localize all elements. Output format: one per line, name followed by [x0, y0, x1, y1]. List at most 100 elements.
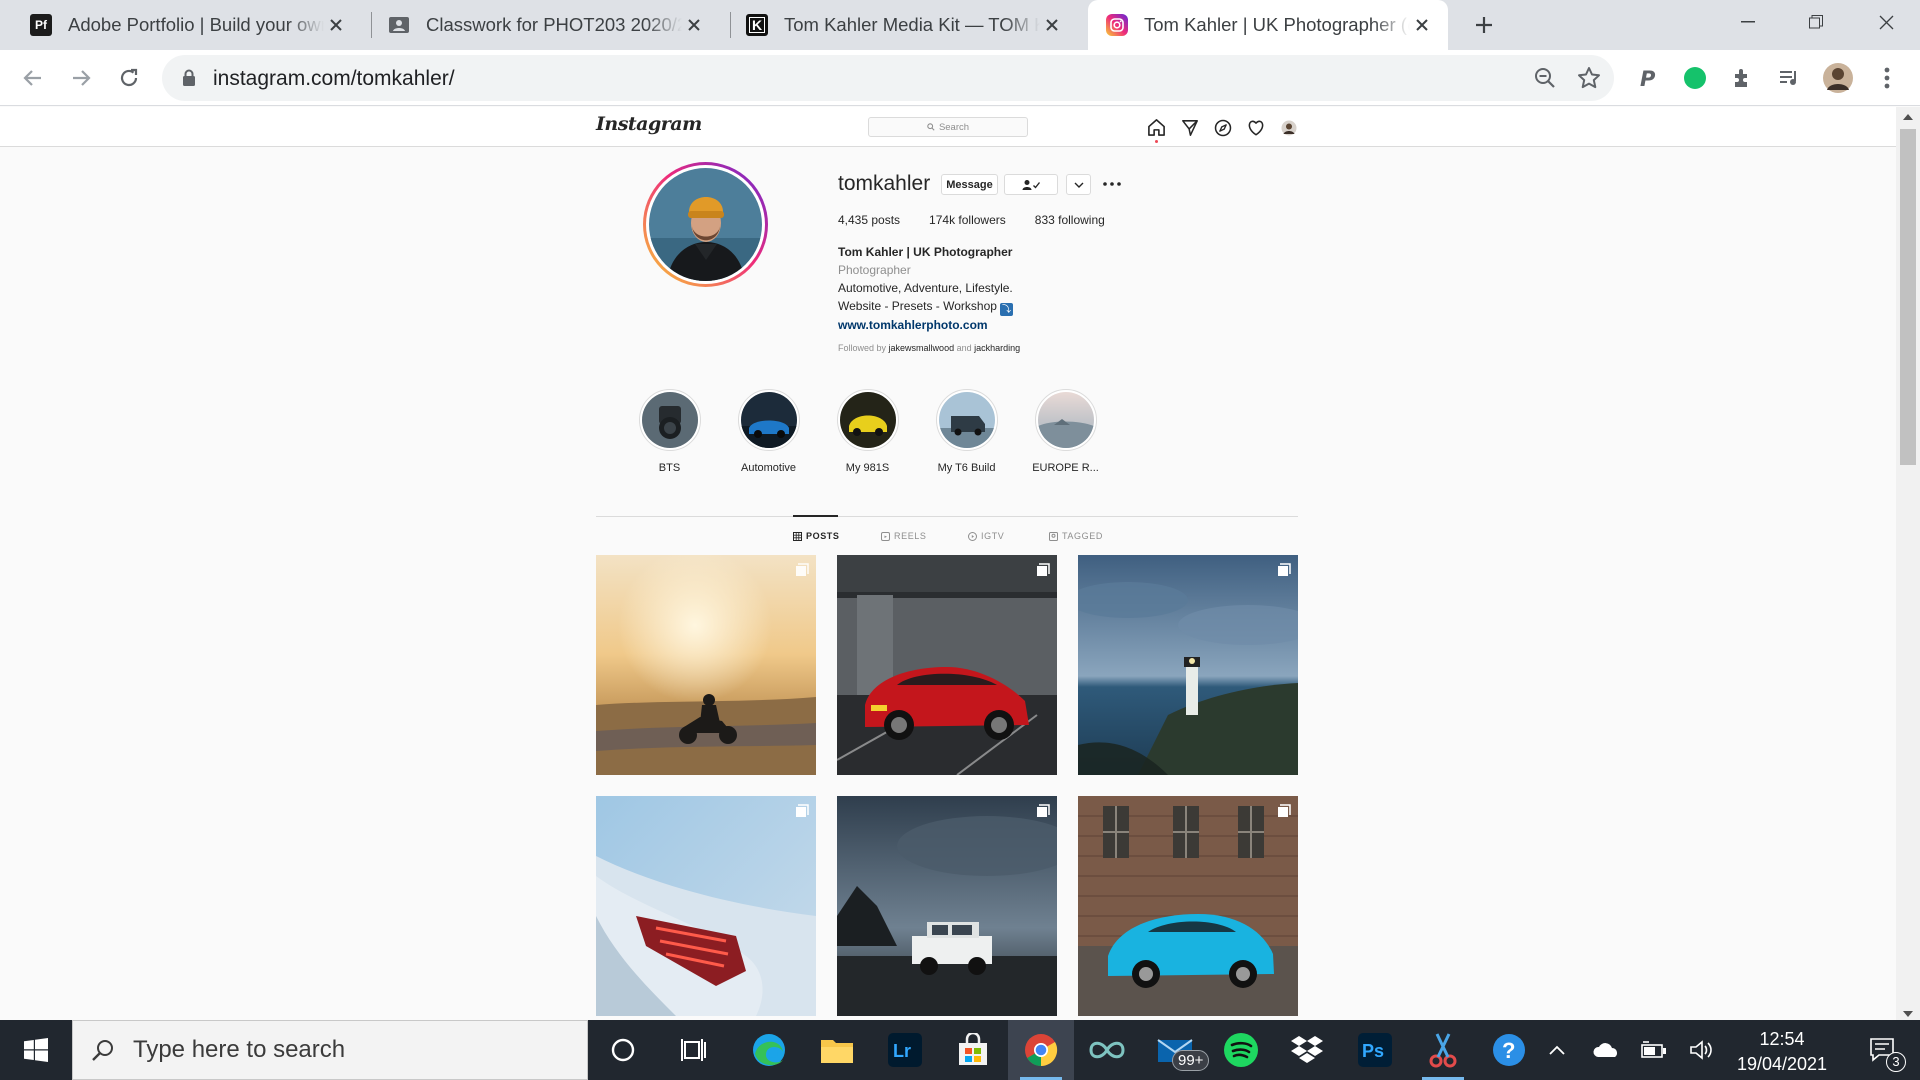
following-button[interactable]	[1004, 174, 1058, 195]
suggested-accounts-dropdown[interactable]	[1066, 174, 1091, 195]
profile-avatar-icon[interactable]	[1278, 117, 1299, 138]
multiple-images-icon	[796, 563, 809, 576]
highlight-label: BTS	[658, 462, 681, 474]
scrollbar-thumb[interactable]	[1900, 129, 1916, 465]
infinity-app-icon[interactable]	[1074, 1020, 1140, 1080]
media-control-icon[interactable]	[1770, 59, 1808, 97]
snipping-tool-icon[interactable]	[1410, 1020, 1476, 1080]
back-button[interactable]	[14, 59, 52, 97]
highlight-bts[interactable]: BTS	[620, 389, 719, 474]
more-options-icon[interactable]	[1100, 174, 1124, 194]
highlight-cover	[1037, 392, 1094, 448]
profile-picture[interactable]	[643, 162, 768, 287]
cortana-icon[interactable]	[590, 1020, 656, 1080]
microsoft-store-icon[interactable]	[940, 1020, 1006, 1080]
post-red-car[interactable]	[837, 555, 1057, 775]
post-motorcycle-sunset[interactable]	[596, 555, 816, 775]
grid-icon	[793, 531, 802, 541]
windows-search-box[interactable]: Type here to search	[72, 1020, 588, 1080]
help-icon[interactable]: ?	[1476, 1020, 1542, 1080]
minimize-window-icon[interactable]	[1714, 0, 1782, 44]
post-lighthouse[interactable]	[1078, 555, 1298, 775]
zoom-out-icon[interactable]	[1532, 65, 1558, 96]
highlight-my-t6-build[interactable]: My T6 Build	[917, 389, 1016, 474]
profile-username: tomkahler	[838, 172, 931, 195]
tab-igtv[interactable]: IGTV	[968, 531, 1004, 541]
dropbox-icon[interactable]	[1274, 1020, 1340, 1080]
new-tab-button[interactable]	[1468, 9, 1500, 41]
scroll-down-arrow-icon[interactable]	[1903, 1010, 1913, 1018]
tab-posts[interactable]: POSTS	[793, 531, 840, 541]
chrome-browser-icon[interactable]	[1008, 1020, 1074, 1080]
mail-unread-badge: 99+	[1172, 1050, 1210, 1071]
show-hidden-icons-icon[interactable]	[1542, 1020, 1572, 1080]
story-highlights: BTS Automotive My 981S My T6 Build EUROP…	[620, 389, 1115, 474]
tab-tagged[interactable]: TAGGED	[1049, 531, 1103, 541]
message-button[interactable]: Message	[941, 174, 998, 195]
browser-tab-strip: Pf Adobe Portfolio | Build your own Clas…	[0, 0, 1920, 50]
bookmark-star-icon[interactable]	[1576, 65, 1602, 96]
address-bar[interactable]: instagram.com/tomkahler/	[162, 55, 1614, 101]
browser-tab-instagram[interactable]: Tom Kahler | UK Photographer (@	[1088, 0, 1448, 50]
post-blue-sports-car[interactable]	[1078, 796, 1298, 1016]
instagram-nav-icons	[1146, 117, 1299, 143]
search-icon	[92, 1040, 113, 1061]
followers-count[interactable]: 174k followers	[929, 213, 1006, 227]
mail-icon[interactable]: 99+	[1142, 1020, 1210, 1080]
page-scrollbar[interactable]	[1896, 107, 1920, 1020]
browser-tab-adobe-portfolio[interactable]: Pf Adobe Portfolio | Build your own	[0, 0, 362, 50]
active-tab-indicator	[793, 515, 838, 517]
instagram-logo[interactable]: Instagram	[596, 113, 702, 135]
close-tab-icon[interactable]	[324, 13, 348, 37]
battery-icon[interactable]	[1634, 1020, 1674, 1080]
followed-by: Followed by jakewsmallwood and jackhardi…	[838, 343, 1021, 353]
action-center-icon[interactable]: 3	[1852, 1020, 1914, 1080]
down-arrow-emoji-icon: ⤵	[999, 303, 1013, 316]
restore-window-icon[interactable]	[1782, 0, 1850, 44]
tab-reels[interactable]: REELS	[881, 531, 927, 541]
person-check-icon	[1022, 179, 1041, 190]
direct-messages-icon[interactable]	[1179, 117, 1200, 138]
explore-compass-icon[interactable]	[1212, 117, 1233, 138]
highlight-automotive[interactable]: Automotive	[719, 389, 818, 474]
post-white-4x4[interactable]	[837, 796, 1057, 1016]
browser-tab-classwork[interactable]: Classwork for PHOT203 2020/21	[358, 0, 720, 50]
volume-icon[interactable]	[1682, 1020, 1722, 1080]
edge-browser-icon[interactable]	[736, 1020, 802, 1080]
forward-button[interactable]	[62, 59, 100, 97]
activity-heart-icon[interactable]	[1245, 117, 1266, 138]
home-icon[interactable]	[1146, 117, 1167, 143]
profile-avatar[interactable]	[1819, 59, 1857, 97]
follower-link[interactable]: jakewsmallwood	[889, 343, 955, 353]
highlight-europe[interactable]: EUROPE R...	[1016, 389, 1115, 474]
grammarly-extension-icon[interactable]	[1676, 59, 1714, 97]
task-view-icon[interactable]	[662, 1020, 728, 1080]
highlight-cover	[938, 392, 995, 448]
profile-stats: 4,435 posts 174k followers 833 following	[838, 213, 1105, 227]
highlight-my-981s[interactable]: My 981S	[818, 389, 917, 474]
close-tab-icon[interactable]	[1040, 13, 1064, 37]
onedrive-cloud-icon[interactable]	[1586, 1020, 1626, 1080]
follower-link[interactable]: jackharding	[974, 343, 1020, 353]
close-window-icon[interactable]	[1852, 0, 1920, 44]
post-tail-light[interactable]	[596, 796, 816, 1016]
scroll-up-arrow-icon[interactable]	[1903, 113, 1913, 121]
close-tab-icon[interactable]	[1410, 13, 1434, 37]
instagram-search-input[interactable]: Search	[868, 117, 1028, 137]
following-count[interactable]: 833 following	[1035, 213, 1105, 227]
posts-count: 4,435 posts	[838, 213, 901, 227]
paypal-extension-icon[interactable]: P	[1629, 59, 1667, 97]
browser-tab-media-kit[interactable]: K Tom Kahler Media Kit — TOM KAH	[716, 0, 1078, 50]
chrome-menu-icon[interactable]	[1868, 59, 1906, 97]
lightroom-icon[interactable]: Lr	[872, 1020, 938, 1080]
windows-start-button[interactable]	[0, 1020, 72, 1080]
extensions-puzzle-icon[interactable]	[1724, 59, 1762, 97]
file-explorer-icon[interactable]	[804, 1020, 870, 1080]
kahler-media-kit-favicon-icon: K	[746, 14, 768, 36]
photoshop-icon[interactable]: Ps	[1342, 1020, 1408, 1080]
reload-button[interactable]	[110, 59, 148, 97]
system-clock[interactable]: 12:54 19/04/2021	[1730, 1027, 1834, 1077]
spotify-icon[interactable]	[1208, 1020, 1274, 1080]
website-link[interactable]: www.tomkahlerphoto.com	[838, 316, 1013, 334]
close-tab-icon[interactable]	[682, 13, 706, 37]
